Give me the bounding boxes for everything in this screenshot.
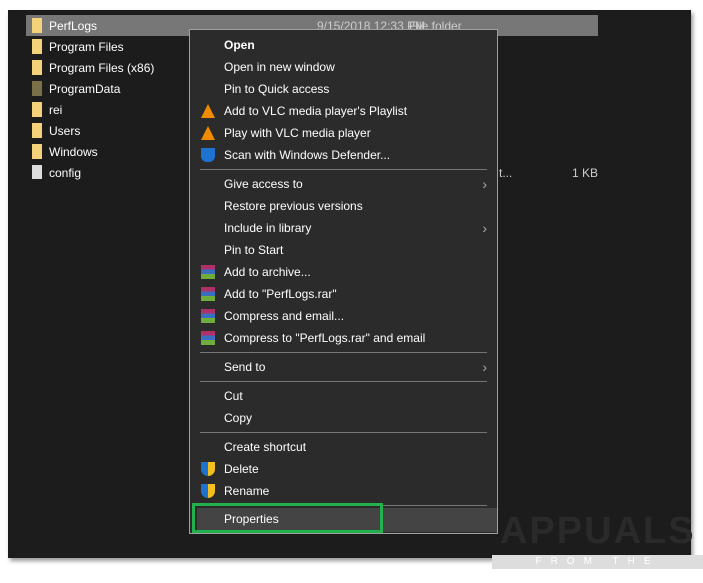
menu-vlc-play[interactable]: Play with VLC media player	[190, 122, 497, 144]
watermark-tagline: FROM THE EXPERTS!	[492, 555, 703, 581]
folder-icon	[32, 123, 42, 138]
file-type: t...	[499, 166, 513, 180]
menu-include-library[interactable]: Include in library ›	[190, 217, 497, 239]
folder-icon	[32, 81, 42, 96]
folder-icon	[32, 144, 42, 159]
menu-compress-email[interactable]: Compress and email...	[190, 305, 497, 327]
watermark-logo: APPUALS	[500, 510, 696, 552]
menu-item-label: Restore previous versions	[224, 199, 363, 213]
menu-scan-defender[interactable]: Scan with Windows Defender...	[190, 144, 497, 166]
menu-send-to[interactable]: Send to ›	[190, 356, 497, 378]
menu-item-label: Open	[224, 38, 255, 52]
menu-copy[interactable]: Copy	[190, 407, 497, 429]
config-file-icon	[32, 165, 42, 179]
menu-item-label: Cut	[224, 389, 243, 403]
menu-item-label: Add to archive...	[224, 265, 311, 279]
file-name: PerfLogs	[49, 19, 98, 33]
uac-shield-icon	[201, 484, 215, 498]
menu-rename[interactable]: Rename	[190, 480, 497, 502]
menu-item-label: Play with VLC media player	[224, 126, 371, 140]
menu-add-rar[interactable]: Add to "PerfLogs.rar"	[190, 283, 497, 305]
menu-item-label: Give access to	[224, 177, 303, 191]
menu-item-label: Create shortcut	[224, 440, 307, 454]
menu-separator	[200, 352, 487, 353]
menu-add-archive[interactable]: Add to archive...	[190, 261, 497, 283]
context-menu: Open Open in new window Pin to Quick acc…	[189, 29, 498, 534]
chevron-right-icon: ›	[482, 359, 487, 375]
folder-icon	[32, 39, 42, 54]
file-name: Users	[49, 124, 81, 138]
menu-item-label: Compress to "PerfLogs.rar" and email	[224, 331, 426, 345]
folder-icon	[32, 18, 42, 33]
menu-vlc-add-playlist[interactable]: Add to VLC media player's Playlist	[190, 100, 497, 122]
folder-icon	[32, 102, 42, 117]
winrar-icon	[201, 287, 215, 301]
menu-item-label: Pin to Quick access	[224, 82, 330, 96]
file-name: ProgramData	[49, 82, 121, 96]
menu-item-label: Rename	[224, 484, 270, 498]
menu-item-label: Compress and email...	[224, 309, 345, 323]
vlc-icon	[201, 104, 215, 118]
menu-item-label: Send to	[224, 360, 266, 374]
menu-open-new-window[interactable]: Open in new window	[190, 56, 497, 78]
uac-shield-icon	[201, 462, 215, 476]
windows-defender-icon	[201, 148, 215, 162]
menu-item-label: Include in library	[224, 221, 312, 235]
menu-item-label: Copy	[224, 411, 253, 425]
menu-separator	[200, 169, 487, 170]
menu-item-label: Add to VLC media player's Playlist	[224, 104, 408, 118]
file-name: Program Files (x86)	[49, 61, 155, 75]
menu-item-label: Open in new window	[224, 60, 335, 74]
file-name: Program Files	[49, 40, 124, 54]
menu-item-label: Pin to Start	[224, 243, 284, 257]
highlight-box	[192, 503, 383, 533]
menu-pin-quick-access[interactable]: Pin to Quick access	[190, 78, 497, 100]
menu-cut[interactable]: Cut	[190, 385, 497, 407]
menu-item-label: Scan with Windows Defender...	[224, 148, 391, 162]
file-name: rei	[49, 103, 63, 117]
menu-item-label: Add to "PerfLogs.rar"	[224, 287, 337, 301]
menu-give-access[interactable]: Give access to ›	[190, 173, 497, 195]
menu-compress-rar-email[interactable]: Compress to "PerfLogs.rar" and email	[190, 327, 497, 349]
menu-separator	[200, 432, 487, 433]
winrar-icon	[201, 265, 215, 279]
menu-pin-start[interactable]: Pin to Start	[190, 239, 497, 261]
chevron-right-icon: ›	[482, 220, 487, 236]
menu-create-shortcut[interactable]: Create shortcut	[190, 436, 497, 458]
vlc-icon	[201, 126, 215, 140]
menu-item-label: Delete	[224, 462, 259, 476]
menu-restore-versions[interactable]: Restore previous versions	[190, 195, 497, 217]
menu-delete[interactable]: Delete	[190, 458, 497, 480]
file-name: Windows	[49, 145, 98, 159]
file-name: config	[49, 166, 82, 180]
file-size: 1 KB	[572, 166, 599, 180]
chevron-right-icon: ›	[482, 176, 487, 192]
menu-open[interactable]: Open	[190, 34, 497, 56]
winrar-icon	[201, 331, 215, 345]
menu-separator	[200, 381, 487, 382]
folder-icon	[32, 60, 42, 75]
winrar-icon	[201, 309, 215, 323]
